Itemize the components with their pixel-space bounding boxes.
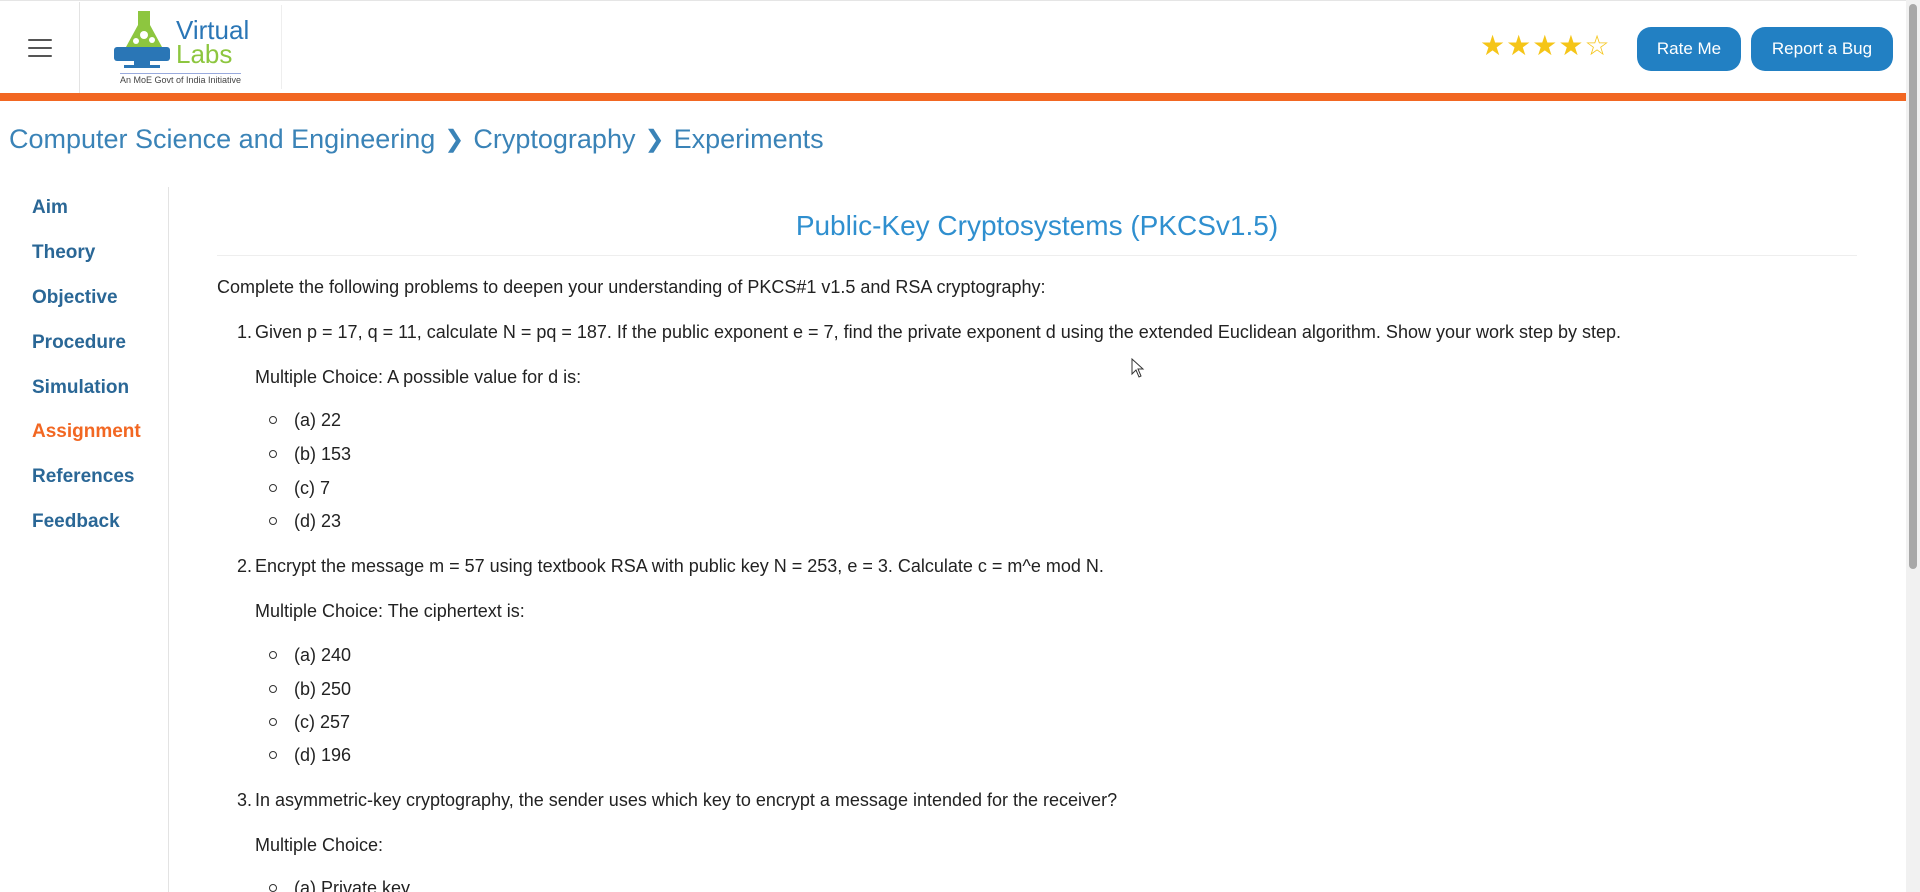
report-bug-button[interactable]: Report a Bug (1751, 27, 1893, 71)
sidebar-nav: Aim Theory Objective Procedure Simulatio… (0, 187, 169, 892)
question-text: Encrypt the message m = 57 using textboo… (255, 556, 1104, 576)
multiple-choice-prompt: Multiple Choice: The ciphertext is: (255, 601, 525, 621)
circle-bullet-icon (269, 884, 277, 892)
question-number: 1. (237, 322, 253, 342)
option-text: (b) 153 (294, 444, 352, 464)
circle-bullet-icon (269, 718, 277, 726)
hamburger-icon (27, 38, 52, 57)
menu-button[interactable] (0, 2, 80, 93)
rating-stars[interactable]: ★ ★ ★ ★ ☆ (1480, 32, 1610, 60)
sidebar-item-feedback[interactable]: Feedback (32, 511, 120, 533)
sidebar-item-references[interactable]: References (32, 466, 134, 488)
multiple-choice-prompt: Multiple Choice: (255, 835, 384, 855)
flask-logo-icon (114, 11, 170, 68)
star-filled-icon[interactable]: ★ (1532, 32, 1557, 60)
sidebar-item-theory[interactable]: Theory (32, 242, 95, 264)
circle-bullet-icon (269, 416, 277, 424)
star-filled-icon[interactable]: ★ (1480, 32, 1505, 60)
scrollbar-thumb[interactable] (1909, 4, 1917, 569)
question-text: Given p = 17, q = 11, calculate N = pq =… (255, 322, 1622, 342)
logo-tagline: An MoE Govt of India Initiative (120, 73, 242, 85)
sidebar-item-objective[interactable]: Objective (32, 287, 118, 309)
option-text: (a) Private key (294, 878, 411, 892)
virtual-labs-logo[interactable]: Virtual Labs An MoE Govt of India Initia… (102, 5, 282, 89)
question-text: In asymmetric-key cryptography, the send… (255, 790, 1118, 810)
option-text: (b) 250 (294, 679, 352, 699)
chevron-right-icon: ❯ (644, 126, 665, 153)
circle-bullet-icon (269, 484, 277, 492)
breadcrumb: Computer Science and Engineering ❯ Crypt… (9, 124, 824, 155)
star-filled-icon[interactable]: ★ (1558, 32, 1583, 60)
circle-bullet-icon (269, 450, 277, 458)
vertical-scrollbar[interactable] (1906, 0, 1920, 892)
star-filled-icon[interactable]: ★ (1506, 32, 1531, 60)
chevron-right-icon: ❯ (444, 126, 465, 153)
breadcrumb-link-cryptography[interactable]: Cryptography (473, 124, 635, 155)
sidebar-item-aim[interactable]: Aim (32, 197, 68, 219)
header-accent-bar (0, 93, 1906, 101)
option-text: (a) 240 (294, 645, 352, 665)
option-text: (c) 7 (294, 478, 330, 498)
rate-me-button[interactable]: Rate Me (1637, 27, 1741, 71)
option-text: (a) 22 (294, 410, 342, 430)
circle-bullet-icon (269, 651, 277, 659)
sidebar-item-simulation[interactable]: Simulation (32, 377, 129, 399)
option-text: (d) 196 (294, 745, 352, 765)
title-divider (217, 255, 1857, 256)
circle-bullet-icon (269, 517, 277, 525)
breadcrumb-link-experiments[interactable]: Experiments (674, 124, 824, 155)
circle-bullet-icon (269, 685, 277, 693)
sidebar-item-procedure[interactable]: Procedure (32, 332, 126, 354)
question-number: 3. (237, 790, 253, 810)
multiple-choice-prompt: Multiple Choice: A possible value for d … (255, 367, 582, 387)
logo-word-labs: Labs (176, 39, 233, 69)
option-text: (d) 23 (294, 511, 342, 531)
star-empty-icon[interactable]: ☆ (1584, 32, 1609, 60)
option-text: (c) 257 (294, 712, 351, 732)
circle-bullet-icon (269, 751, 277, 759)
breadcrumb-link-cse[interactable]: Computer Science and Engineering (9, 124, 435, 155)
mouse-cursor-icon (1131, 358, 1145, 378)
page-title: Public-Key Cryptosystems (PKCSv1.5) (795, 210, 1279, 241)
question-number: 2. (237, 556, 253, 576)
sidebar-item-assignment[interactable]: Assignment (32, 421, 141, 443)
intro-text: Complete the following problems to deepe… (217, 277, 1046, 297)
top-header: Virtual Labs An MoE Govt of India Initia… (0, 0, 1906, 93)
